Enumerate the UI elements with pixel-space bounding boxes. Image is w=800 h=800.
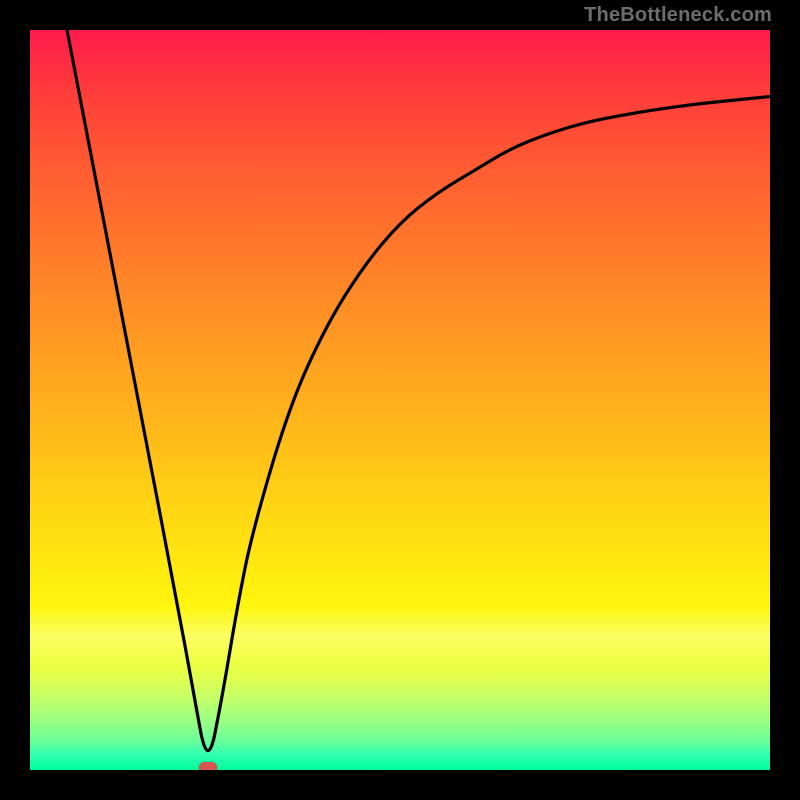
curve-svg bbox=[30, 30, 770, 770]
bottleneck-curve bbox=[67, 30, 770, 751]
plot-area bbox=[30, 30, 770, 770]
chart-frame: TheBottleneck.com bbox=[0, 0, 800, 800]
watermark-text: TheBottleneck.com bbox=[584, 4, 772, 27]
optimum-marker bbox=[199, 762, 217, 770]
